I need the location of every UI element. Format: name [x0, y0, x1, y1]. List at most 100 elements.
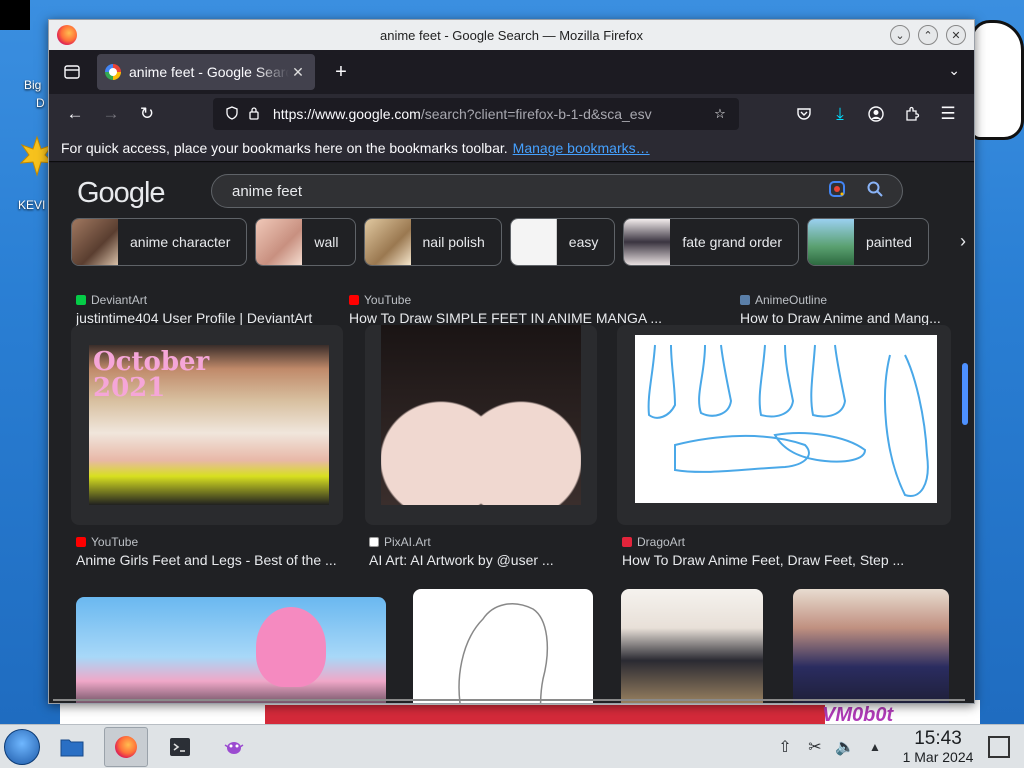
window-title: anime feet - Google Search — Mozilla Fir… — [380, 28, 643, 43]
chip-label: wall — [314, 234, 339, 250]
result-title[interactable]: How To Draw Anime Feet, Draw Feet, Step … — [622, 552, 922, 568]
forward-button[interactable]: → — [95, 98, 127, 130]
maximize-button[interactable]: ⌃ — [918, 25, 938, 45]
result-source-name: YouTube — [91, 535, 139, 549]
result-image-dragoart[interactable] — [617, 325, 951, 525]
google-lens-icon[interactable] — [826, 180, 848, 202]
result-source-name: YouTube — [364, 293, 412, 307]
show-desktop-button[interactable] — [988, 736, 1010, 758]
firefox-view-button[interactable] — [57, 57, 87, 87]
clock-date: 1 Mar 2024 — [902, 749, 974, 765]
result-source[interactable]: YouTube — [349, 293, 411, 307]
result-title[interactable]: justintime404 User Profile | DeviantArt — [76, 310, 336, 326]
chip-nail-polish[interactable]: nail polish — [363, 218, 502, 266]
minimize-button[interactable]: ⌄ — [890, 25, 910, 45]
clock[interactable]: 15:43 1 Mar 2024 — [898, 729, 978, 766]
volume-icon[interactable]: 🔈 — [830, 737, 860, 757]
deviantart-favicon-icon — [76, 295, 86, 305]
result-title[interactable]: How to Draw Anime and Mang... — [740, 310, 950, 326]
result-source[interactable]: PixAI.Art — [369, 535, 431, 549]
chip-thumbnail — [807, 219, 854, 265]
result-source[interactable]: AnimeOutline — [740, 293, 827, 307]
result-image-anime-girl[interactable] — [76, 597, 386, 703]
desktop-icon-label-2[interactable]: KEVI — [18, 198, 45, 212]
start-menu-button[interactable] — [4, 728, 40, 765]
google-favicon-icon — [105, 64, 121, 80]
result-source-name: DragoArt — [637, 535, 686, 549]
youtube-favicon-icon — [349, 295, 359, 305]
new-tab-button[interactable]: + — [329, 61, 353, 84]
result-thumbnail — [458, 603, 549, 703]
taskbar-firefox[interactable] — [104, 726, 148, 767]
result-source[interactable]: DeviantArt — [76, 293, 147, 307]
result-image-two-girls[interactable] — [793, 589, 949, 703]
result-thumbnail — [256, 607, 326, 687]
chip-label: nail polish — [422, 234, 485, 250]
account-icon[interactable] — [860, 98, 892, 130]
result-image-schoolgirl[interactable] — [621, 589, 763, 703]
result-source-name: AnimeOutline — [755, 293, 828, 307]
tray-expand-icon[interactable]: ▲ — [860, 740, 890, 754]
clipboard-scissors-icon[interactable]: ✂ — [800, 737, 830, 757]
desktop-icon-label-1[interactable]: Big — [24, 78, 41, 92]
lock-icon[interactable] — [243, 106, 265, 123]
tab-close-icon[interactable]: ✕ — [289, 64, 307, 81]
chip-label: fate grand order — [682, 234, 782, 250]
horizontal-scrollbar[interactable] — [53, 699, 965, 701]
google-results-page: Google anime feet anime character wall n… — [49, 163, 974, 703]
result-image-pixai[interactable] — [365, 325, 597, 525]
desktop-corner-block — [0, 0, 30, 30]
manage-bookmarks-link[interactable]: Manage bookmarks… — [513, 140, 650, 156]
url-path: /search?client=firefox-b-1-d&sca_esv — [420, 106, 652, 122]
url-text[interactable]: https://www.google.com/search?client=fir… — [273, 106, 709, 122]
update-icon[interactable]: ⇧ — [770, 737, 800, 757]
taskbar-terminal[interactable] — [158, 727, 202, 767]
menu-hamburger-icon[interactable]: ☰ — [932, 98, 964, 130]
google-logo[interactable]: Google — [77, 177, 166, 210]
related-search-chips: anime character wall nail polish easy fa… — [71, 218, 941, 268]
chip-wall[interactable]: wall — [255, 218, 356, 266]
animeoutline-favicon-icon — [740, 295, 750, 305]
result-title[interactable]: AI Art: AI Artwork by @user ... — [369, 552, 599, 568]
url-bar[interactable]: https://www.google.com/search?client=fir… — [213, 98, 739, 130]
list-all-tabs-icon[interactable]: ⌄ — [948, 62, 960, 79]
search-icon[interactable] — [864, 181, 886, 202]
navigation-toolbar: ← → ↻ https://www.google.com/search?clie… — [49, 94, 974, 134]
chip-label: easy — [568, 234, 599, 250]
result-source[interactable]: DragoArt — [622, 535, 685, 549]
bookmark-star-icon[interactable]: ☆ — [709, 106, 731, 122]
extensions-icon[interactable] — [896, 98, 928, 130]
downloads-icon[interactable]: ⤓ — [824, 98, 856, 130]
tab-title: anime feet - Google Search — [129, 64, 289, 80]
pocket-icon[interactable] — [788, 98, 820, 130]
bug-icon — [224, 741, 244, 754]
tab-google-search[interactable]: anime feet - Google Search ✕ — [97, 54, 315, 90]
result-image-foot-sketch[interactable] — [413, 589, 593, 703]
shield-icon[interactable] — [221, 105, 243, 123]
result-thumbnail — [381, 325, 581, 505]
desktop-wallpaper-shape — [970, 20, 1024, 140]
back-button[interactable]: ← — [59, 98, 91, 130]
reload-button[interactable]: ↻ — [131, 98, 163, 130]
taskbar-app-bug[interactable] — [212, 727, 256, 767]
chip-anime-character[interactable]: anime character — [71, 218, 248, 266]
chip-easy[interactable]: easy — [509, 218, 616, 266]
result-title[interactable]: How To Draw SIMPLE FEET IN ANIME MANGA .… — [349, 310, 669, 326]
desktop-icon-label-1b[interactable]: D — [36, 96, 45, 110]
close-button[interactable]: ✕ — [946, 25, 966, 45]
result-image-youtube[interactable]: October 2021 — [71, 325, 343, 525]
chip-painted[interactable]: painted — [806, 218, 929, 266]
firefox-view-icon — [64, 65, 80, 79]
titlebar[interactable]: anime feet - Google Search — Mozilla Fir… — [49, 20, 974, 50]
chip-thumbnail — [510, 219, 557, 265]
search-input[interactable]: anime feet — [211, 174, 903, 208]
google-header: Google anime feet — [49, 163, 974, 223]
chip-fate-grand-order[interactable]: fate grand order — [623, 218, 799, 266]
search-query[interactable]: anime feet — [232, 183, 826, 200]
taskbar-file-manager[interactable] — [50, 727, 94, 767]
chip-thumbnail — [72, 219, 118, 265]
result-title[interactable]: Anime Girls Feet and Legs - Best of the … — [76, 552, 346, 568]
vertical-scrollbar[interactable] — [962, 363, 968, 425]
result-source[interactable]: YouTube — [76, 535, 138, 549]
chip-next-arrow-icon[interactable]: › — [960, 231, 966, 252]
